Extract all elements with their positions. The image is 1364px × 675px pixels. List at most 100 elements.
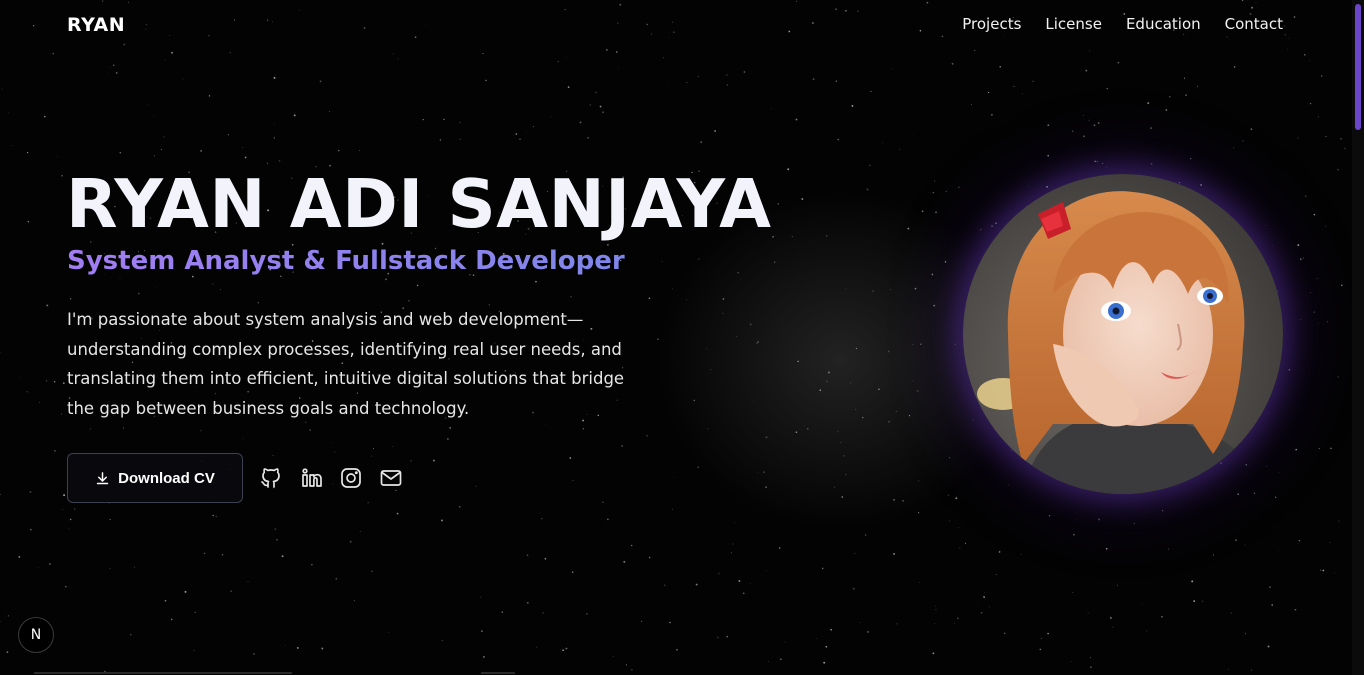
- star: [242, 437, 244, 439]
- social-links: [259, 466, 403, 490]
- star: [640, 620, 643, 623]
- star: [1344, 147, 1346, 150]
- star: [48, 563, 51, 565]
- star: [443, 118, 445, 121]
- star: [1295, 448, 1298, 451]
- star: [980, 611, 983, 614]
- star: [749, 323, 752, 326]
- star: [441, 639, 443, 641]
- star: [1102, 162, 1104, 164]
- star: [1316, 277, 1318, 280]
- star: [757, 341, 759, 343]
- star: [133, 566, 135, 568]
- scrollbar-thumb[interactable]: [1355, 4, 1361, 130]
- star: [795, 118, 798, 121]
- star: [1197, 85, 1199, 87]
- download-icon: [96, 471, 109, 484]
- star: [1228, 668, 1230, 670]
- star: [667, 81, 668, 83]
- star: [1168, 95, 1171, 98]
- star: [582, 428, 585, 430]
- star: [1048, 515, 1051, 517]
- star: [459, 138, 461, 141]
- star: [726, 74, 728, 76]
- star: [1027, 185, 1028, 187]
- star: [862, 416, 864, 419]
- star: [931, 273, 934, 276]
- star: [995, 573, 997, 575]
- github-icon[interactable]: [259, 466, 283, 490]
- star: [932, 652, 935, 655]
- star: [1039, 648, 1042, 651]
- star: [1237, 493, 1239, 495]
- star: [733, 521, 735, 523]
- star: [45, 380, 48, 382]
- star: [1147, 102, 1150, 105]
- star: [1047, 154, 1049, 157]
- star: [52, 52, 55, 55]
- star: [1075, 518, 1077, 520]
- star: [646, 435, 648, 437]
- star: [1269, 586, 1271, 589]
- star: [778, 547, 781, 549]
- star: [432, 459, 435, 462]
- star: [219, 289, 222, 291]
- nav-link-projects[interactable]: Projects: [962, 15, 1021, 33]
- star: [532, 125, 535, 128]
- star: [958, 527, 960, 529]
- star: [920, 343, 922, 346]
- star: [7, 615, 9, 617]
- star: [194, 611, 196, 613]
- star: [663, 584, 666, 586]
- star: [912, 135, 914, 136]
- star: [1300, 258, 1302, 260]
- star: [698, 258, 700, 260]
- star: [108, 72, 109, 74]
- star: [1337, 168, 1339, 171]
- star: [1094, 160, 1096, 163]
- star: [1004, 632, 1006, 634]
- star: [756, 342, 758, 344]
- star: [1112, 626, 1114, 628]
- star: [607, 518, 609, 521]
- star: [765, 436, 768, 439]
- star: [801, 198, 804, 200]
- star: [388, 631, 390, 633]
- star: [68, 528, 70, 530]
- mail-icon[interactable]: [379, 466, 403, 490]
- star: [661, 260, 663, 262]
- star: [1212, 554, 1214, 556]
- star: [46, 304, 49, 307]
- site-logo[interactable]: RYAN: [67, 14, 125, 36]
- star: [1297, 244, 1300, 247]
- download-cv-button[interactable]: Download CV: [67, 453, 243, 503]
- star: [244, 156, 247, 159]
- bottom-divider-short: [481, 672, 515, 674]
- star: [392, 53, 394, 55]
- linkedin-icon[interactable]: [299, 466, 323, 490]
- star: [1071, 130, 1074, 132]
- star: [1047, 632, 1049, 635]
- instagram-icon[interactable]: [339, 466, 363, 490]
- star: [602, 111, 604, 113]
- star: [743, 71, 746, 73]
- star: [1007, 484, 1009, 486]
- star: [1235, 539, 1237, 541]
- nav-link-contact[interactable]: Contact: [1225, 15, 1283, 33]
- star: [916, 389, 919, 392]
- hero-subtitle: System Analyst & Fullstack Developer: [67, 246, 625, 276]
- star: [119, 277, 121, 279]
- star: [707, 428, 709, 430]
- nav-link-education[interactable]: Education: [1126, 15, 1201, 33]
- star: [612, 655, 614, 657]
- nextjs-dev-badge[interactable]: N: [18, 617, 54, 653]
- star: [62, 382, 65, 384]
- star: [869, 164, 871, 167]
- star: [648, 297, 651, 300]
- star: [122, 427, 124, 429]
- nav-link-license[interactable]: License: [1045, 15, 1102, 33]
- star: [934, 605, 936, 607]
- star: [1253, 492, 1256, 494]
- star: [184, 590, 187, 593]
- scrollbar[interactable]: [1352, 0, 1364, 675]
